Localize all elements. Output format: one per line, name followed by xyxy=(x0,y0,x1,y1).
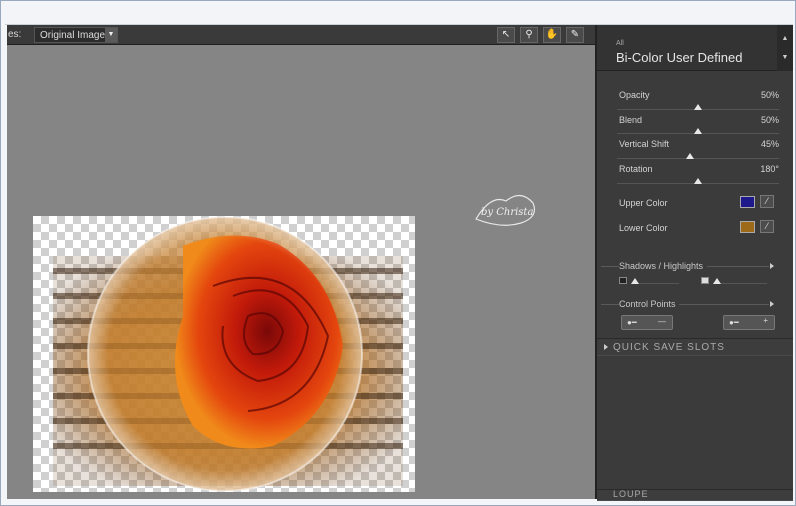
preview-mode-value: Original Image xyxy=(40,30,106,41)
quick-save-slots-section[interactable]: QUICK SAVE SLOTS xyxy=(597,338,793,356)
divider xyxy=(679,304,769,305)
divider xyxy=(601,304,619,305)
shadows-icon xyxy=(619,277,627,284)
lower-color-swatch[interactable] xyxy=(740,221,755,233)
filter-category: All xyxy=(616,40,624,47)
filter-scroll-arrows[interactable]: ▲ ▼ xyxy=(777,25,793,71)
opacity-value: 50% xyxy=(760,90,779,100)
upper-color-label: Upper Color xyxy=(619,198,668,208)
lower-color-eyedropper-icon[interactable]: ⁄ xyxy=(760,220,774,233)
zoom-icon[interactable]: ⚲ xyxy=(520,27,538,43)
rotation-slider[interactable] xyxy=(617,178,779,184)
divider xyxy=(601,266,619,267)
upper-color-row: Upper Color xyxy=(619,198,779,208)
upper-color-eyedropper-icon[interactable]: ⁄ xyxy=(760,195,774,208)
watermark-logo: by Christa xyxy=(471,189,541,234)
highlights-icon xyxy=(701,277,709,284)
remove-control-point-button[interactable]: ●━ — xyxy=(621,315,673,330)
add-control-point-button[interactable]: ●━ + xyxy=(723,315,775,330)
rotation-label: Rotation xyxy=(619,164,653,174)
filter-name: Bi-Color User Defined xyxy=(616,50,743,65)
vertical-shift-label: Vertical Shift xyxy=(619,139,670,149)
preview-mode-select[interactable]: Original Image ▼ xyxy=(34,27,118,43)
lower-color-label: Lower Color xyxy=(619,223,668,233)
opacity-label: Opacity xyxy=(619,90,650,100)
hand-icon[interactable]: ✋ xyxy=(543,27,561,43)
svg-text:by Christa: by Christa xyxy=(481,207,533,218)
window-frame: es: Original Image ▼ ↖ ⚲ ✋ ✎ by Christa … xyxy=(0,0,796,506)
eyedropper-icon[interactable]: ✎ xyxy=(566,27,584,43)
opacity-slider-thumb[interactable] xyxy=(694,104,702,110)
preview-label: es: xyxy=(8,29,22,40)
minus-icon: — xyxy=(658,317,666,326)
shadows-slider-thumb[interactable] xyxy=(631,278,639,284)
chevron-down-icon: ▼ xyxy=(105,28,117,42)
plus-icon: + xyxy=(763,316,768,325)
highlights-slider-thumb[interactable] xyxy=(713,278,721,284)
chevron-down-icon[interactable]: ▼ xyxy=(777,42,793,61)
control-point-icon: ●━ xyxy=(627,318,637,327)
loupe-label: LOUPE xyxy=(613,489,649,499)
control-points-label[interactable]: Control Points xyxy=(619,299,676,309)
chevron-right-icon[interactable] xyxy=(770,263,774,269)
upper-color-swatch[interactable] xyxy=(740,196,755,208)
loupe-section[interactable]: LOUPE xyxy=(597,489,793,501)
blend-slider[interactable] xyxy=(617,128,779,134)
rotation-value: 180° xyxy=(760,164,779,174)
highlights-slider[interactable] xyxy=(713,278,767,284)
vertical-shift-slider-thumb[interactable] xyxy=(686,153,694,159)
rotation-row: Rotation 180° xyxy=(619,164,779,174)
rotation-slider-thumb[interactable] xyxy=(694,178,702,184)
divider xyxy=(707,266,769,267)
image-preview[interactable] xyxy=(33,216,415,492)
chevron-right-icon xyxy=(604,344,608,350)
filter-header[interactable]: All Bi-Color User Defined ▲ ▼ xyxy=(597,25,793,71)
chevron-up-icon[interactable]: ▲ xyxy=(777,25,793,42)
canvas-toolbar: es: Original Image ▼ ↖ ⚲ ✋ ✎ xyxy=(7,25,595,45)
shadows-highlights-label[interactable]: Shadows / Highlights xyxy=(619,261,703,271)
blend-label: Blend xyxy=(619,115,643,125)
blend-slider-thumb[interactable] xyxy=(694,128,702,134)
opacity-row: Opacity 50% xyxy=(619,90,779,100)
chevron-right-icon[interactable] xyxy=(770,301,774,307)
vertical-shift-value: 45% xyxy=(760,139,779,149)
vertical-shift-slider[interactable] xyxy=(617,153,779,159)
lower-color-row: Lower Color xyxy=(619,223,779,233)
control-point-icon: ●━ xyxy=(729,318,739,327)
filter-panel: All Bi-Color User Defined ▲ ▼ Opacity 50… xyxy=(595,25,793,501)
blend-value: 50% xyxy=(760,115,779,125)
vertical-shift-row: Vertical Shift 45% xyxy=(619,139,779,149)
quick-save-slots-label: QUICK SAVE SLOTS xyxy=(613,342,725,353)
blend-row: Blend 50% xyxy=(619,115,779,125)
title-strip xyxy=(5,5,793,25)
image-canvas[interactable]: by Christa xyxy=(7,45,595,499)
rose-image xyxy=(53,216,403,492)
pointer-icon[interactable]: ↖ xyxy=(497,27,515,43)
shadows-slider[interactable] xyxy=(631,278,679,284)
watermark-graphic: by Christa xyxy=(475,194,536,226)
opacity-slider[interactable] xyxy=(617,104,779,110)
